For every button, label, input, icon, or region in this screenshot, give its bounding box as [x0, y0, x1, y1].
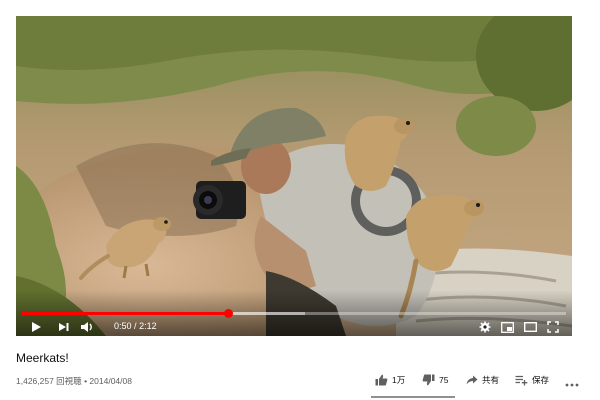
miniplayer-button[interactable]	[499, 318, 515, 336]
mute-button[interactable]	[78, 318, 96, 336]
video-title: Meerkats!	[16, 351, 69, 365]
time-separator: /	[134, 321, 137, 331]
more-dots-icon	[565, 383, 579, 387]
add-to-playlist-icon	[515, 375, 528, 385]
theater-mode-button[interactable]	[522, 318, 538, 336]
meta-separator: •	[84, 376, 88, 386]
fullscreen-icon	[547, 321, 559, 333]
video-meta: 1,426,257 回視聴 • 2014/04/08	[16, 375, 132, 387]
duration: 2:12	[139, 321, 157, 331]
thumbs-down-icon	[422, 374, 435, 386]
fullscreen-button[interactable]	[545, 318, 561, 336]
time-display: 0:50 / 2:12	[114, 321, 157, 331]
like-count: 1万	[392, 375, 406, 385]
current-time: 0:50	[114, 321, 132, 331]
share-arrow-icon	[466, 375, 478, 385]
theater-icon	[523, 322, 537, 332]
save-label: 保存	[532, 375, 550, 385]
thumbs-up-icon	[375, 374, 388, 386]
play-button[interactable]	[28, 318, 44, 336]
next-button[interactable]	[56, 318, 72, 336]
miniplayer-icon	[500, 321, 514, 333]
save-button[interactable]: 保存	[515, 372, 549, 388]
next-icon	[59, 323, 69, 331]
video-player[interactable]: 0:50 / 2:12	[16, 16, 572, 336]
progress-bar[interactable]	[22, 309, 566, 318]
like-dislike-ratio-bar	[371, 396, 455, 398]
dislike-button[interactable]: 75	[422, 372, 448, 388]
more-actions-button[interactable]	[565, 376, 579, 387]
play-icon	[32, 322, 41, 332]
video-frame[interactable]	[16, 16, 572, 336]
settings-button[interactable]	[477, 318, 493, 336]
share-label: 共有	[482, 375, 500, 385]
like-button[interactable]: 1万	[375, 372, 405, 388]
volume-icon	[81, 322, 92, 332]
settings-gear-icon	[479, 321, 491, 333]
share-button[interactable]: 共有	[466, 372, 499, 388]
upload-date: 2014/04/08	[89, 376, 132, 386]
view-count: 1,426,257 回視聴	[16, 376, 82, 386]
progress-played	[22, 312, 229, 315]
dislike-count: 75	[439, 375, 449, 385]
